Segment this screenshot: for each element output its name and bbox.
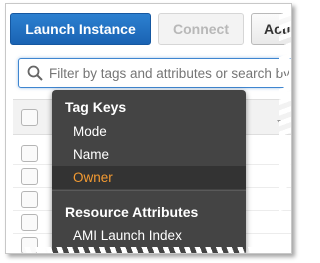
menu-item-name[interactable]: Name — [52, 143, 246, 166]
menu-item-ami-launch-index[interactable]: AMI Launch Index — [52, 224, 246, 247]
screenshot-frame: Launch Instance Connect Actions — [0, 0, 309, 263]
search-icon — [27, 65, 43, 81]
row-checkbox[interactable] — [21, 145, 38, 162]
tag-keys-heading: Tag Keys — [65, 99, 127, 115]
sort-caret-icon[interactable] — [277, 120, 285, 125]
select-all-checkbox[interactable] — [21, 109, 38, 126]
menu-item-mode[interactable]: Mode — [52, 120, 246, 143]
actions-button[interactable]: Actions — [251, 13, 291, 45]
filter-suggestions-menu: Tag Keys Mode Name Owner Resource Attrib… — [52, 90, 246, 253]
row-checkbox[interactable] — [21, 168, 38, 185]
menu-divider — [52, 190, 246, 191]
row-checkbox[interactable] — [21, 214, 38, 231]
ec2-instances-page: Launch Instance Connect Actions — [5, 3, 292, 254]
row-checkbox[interactable] — [21, 237, 38, 253]
filter-search-bar[interactable] — [18, 58, 291, 88]
row-checkbox[interactable] — [21, 191, 38, 208]
resource-attributes-heading: Resource Attributes — [65, 204, 199, 220]
launch-instance-button[interactable]: Launch Instance — [10, 13, 151, 45]
filter-search-input[interactable] — [49, 65, 289, 81]
menu-item-owner[interactable]: Owner — [52, 166, 246, 189]
connect-button[interactable]: Connect — [158, 13, 244, 45]
